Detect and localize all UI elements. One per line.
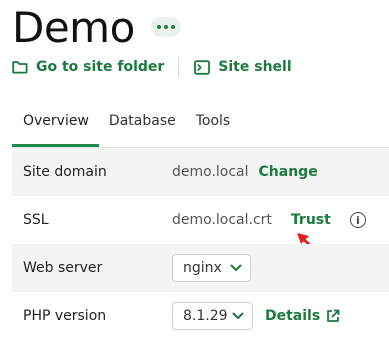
site-actions: Go to site folder Site shell [12, 56, 292, 78]
page-title: Demo [12, 3, 135, 52]
chevron-down-icon [232, 312, 244, 319]
site-domain-label: Site domain [23, 164, 107, 180]
php-details-label: Details [265, 308, 321, 324]
folder-icon [12, 61, 28, 74]
more-options-button[interactable] [151, 17, 181, 37]
terminal-icon [194, 59, 211, 75]
go-to-site-folder-button[interactable]: Go to site folder [12, 59, 164, 75]
site-domain-row: Site domain demo.local Change [12, 148, 389, 196]
ssl-value-group: demo.local.crt Trust i [172, 212, 366, 228]
site-domain-value-group: demo.local Change [172, 164, 318, 180]
tab-bar: Overview Database Tools [12, 108, 389, 147]
php-version-value-group: 8.1.29 Details [172, 302, 340, 330]
php-version-row: PHP version 8.1.29 Details [12, 292, 389, 340]
php-version-select[interactable]: 8.1.29 [172, 302, 253, 330]
site-domain-value: demo.local [172, 164, 249, 180]
tab-database[interactable]: Database [109, 108, 176, 147]
external-link-icon [327, 309, 340, 322]
web-server-select[interactable]: nginx [172, 254, 251, 282]
more-horizontal-icon [157, 25, 161, 29]
php-version-label: PHP version [23, 308, 107, 324]
web-server-label: Web server [23, 260, 103, 276]
ssl-label: SSL [23, 212, 49, 228]
info-icon[interactable]: i [349, 212, 366, 228]
more-dot [171, 25, 175, 29]
chevron-down-icon [230, 264, 242, 271]
site-shell-button[interactable]: Site shell [194, 59, 292, 75]
trust-certificate-link[interactable]: Trust [291, 212, 331, 228]
go-to-site-folder-label: Go to site folder [36, 59, 165, 75]
ssl-certificate-value: demo.local.crt [172, 212, 272, 228]
actions-divider [178, 57, 180, 77]
web-server-selected-value: nginx [183, 260, 222, 276]
site-shell-label: Site shell [218, 59, 292, 75]
more-dot [164, 25, 168, 29]
tab-tools[interactable]: Tools [196, 108, 231, 147]
web-server-row: Web server nginx [12, 244, 389, 292]
change-domain-link[interactable]: Change [259, 164, 318, 180]
tab-overview[interactable]: Overview [12, 108, 99, 147]
php-version-selected-value: 8.1.29 [183, 308, 228, 324]
php-details-link[interactable]: Details [265, 308, 340, 324]
ssl-row: SSL demo.local.crt Trust i [12, 196, 389, 244]
web-server-value-group: nginx [172, 254, 251, 282]
